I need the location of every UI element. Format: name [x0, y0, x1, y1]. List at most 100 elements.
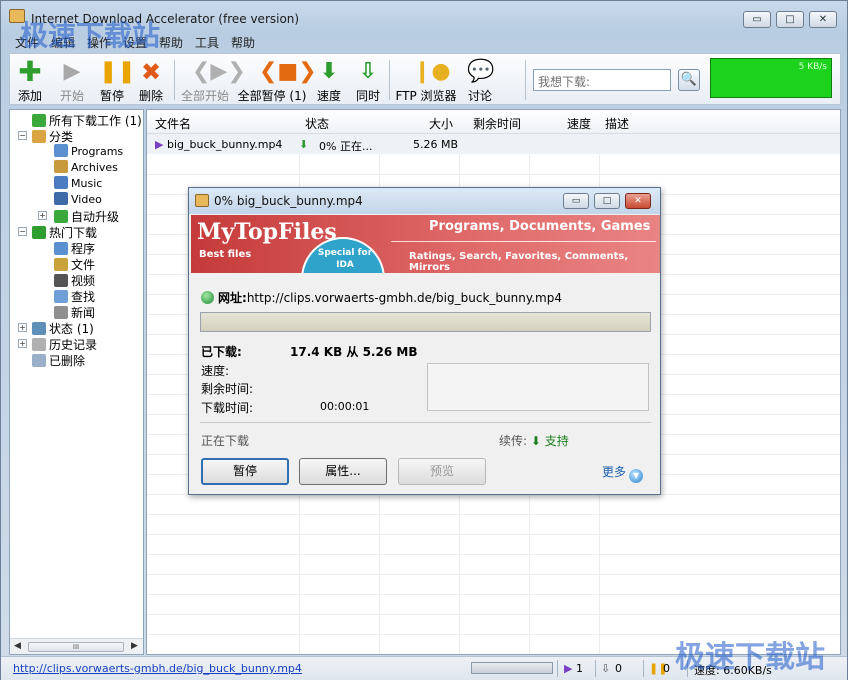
toolbar-separator	[389, 60, 390, 100]
download-url: 网址:http://clips.vorwaerts-gmbh.de/big_bu…	[201, 289, 562, 306]
tree-item-music[interactable]: Music	[54, 176, 102, 192]
tree-item-status[interactable]: 状态 (1)	[32, 320, 94, 336]
banner-headline: Programs, Documents, Games	[429, 219, 651, 234]
pause-all-icon: ❮■❯	[259, 59, 317, 84]
status-divider	[557, 660, 558, 677]
row-size: 5.26 MB	[413, 138, 459, 151]
app-icon	[195, 194, 209, 207]
menu-help-1[interactable]: 帮助	[159, 34, 183, 51]
tree-item-video[interactable]: Video	[54, 192, 102, 208]
search-input[interactable]: 我想下载:	[533, 69, 671, 91]
folder-icon	[32, 130, 46, 143]
column-filename[interactable]: 文件名	[155, 115, 191, 132]
tree-item-videos[interactable]: 视频	[54, 272, 95, 288]
pause-button[interactable]: ❚❚ 暂停	[94, 56, 136, 104]
news-icon	[54, 306, 68, 319]
dialog-close-button[interactable]: ✕	[625, 193, 651, 209]
speed-button[interactable]: ⬇ 速度	[313, 56, 345, 104]
column-description[interactable]: 描述	[605, 115, 629, 132]
close-button[interactable]: ✕	[809, 11, 837, 28]
ad-banner[interactable]: MyTopFiles Best files Special for IDA Pr…	[191, 215, 660, 273]
history-icon	[32, 338, 46, 351]
url-value[interactable]: http://clips.vorwaerts-gmbh.de/big_buck_…	[247, 291, 562, 305]
tree-item-all-downloads[interactable]: 所有下载工作 (1)	[32, 112, 142, 128]
music-icon	[54, 176, 68, 189]
status-divider	[643, 660, 644, 677]
download-progress-dialog: 0% big_buck_bunny.mp4 ▭ □ ✕ MyTopFiles B…	[188, 187, 661, 495]
pause-all-button[interactable]: ❮■❯ 全部暂停 (1)	[236, 56, 317, 104]
dialog-divider	[200, 422, 651, 423]
banner-brand: MyTopFiles	[197, 219, 337, 245]
tree-item-auto-update[interactable]: 自动升级	[54, 208, 119, 224]
film-icon	[54, 274, 68, 287]
preview-button[interactable]: 预览	[398, 458, 486, 485]
add-button[interactable]: ✚ 添加	[12, 56, 48, 104]
remaining-label: 剩余时间:	[201, 382, 254, 396]
status-icon	[32, 322, 46, 335]
tree-horizontal-scrollbar[interactable]: ◀ III ▶	[10, 638, 143, 654]
expand-toggle[interactable]: +	[38, 211, 47, 220]
resume-label: 续传:	[499, 434, 528, 448]
tree-item-programs[interactable]: Programs	[54, 144, 123, 160]
list-header: 文件名 状态 大小 剩余时间 速度 描述	[147, 110, 840, 134]
file-icon	[54, 258, 68, 271]
simultaneous-icon: ⇩	[358, 59, 378, 84]
watermark-logo: 极速下载站	[675, 640, 825, 675]
downloaded-label: 已下载:	[201, 345, 242, 359]
row-divider	[147, 534, 840, 535]
expand-toggle[interactable]: +	[18, 339, 27, 348]
column-remaining[interactable]: 剩余时间	[473, 115, 521, 132]
tree-item-news[interactable]: 新闻	[54, 304, 95, 320]
tree-item-files[interactable]: 文件	[54, 256, 95, 272]
paused-count: 0	[663, 662, 670, 675]
tree-item-history[interactable]: 历史记录	[32, 336, 97, 352]
more-button[interactable]: 更多 ▼	[602, 463, 644, 483]
collapse-toggle[interactable]: −	[18, 227, 27, 236]
discuss-button[interactable]: 💬 讨论	[464, 56, 496, 104]
start-all-button[interactable]: ❮▶❯ 全部开始	[177, 56, 246, 104]
scroll-left-icon[interactable]: ◀	[14, 641, 21, 651]
category-tree: 所有下载工作 (1) − 分类 Programs Archives Music …	[9, 109, 144, 655]
dialog-maximize-button[interactable]: □	[594, 193, 620, 209]
speed-label: 速度:	[201, 364, 230, 378]
expand-toggle[interactable]: +	[18, 323, 27, 332]
add-plus-icon: ✚	[18, 55, 42, 88]
row-divider	[147, 574, 840, 575]
search-button[interactable]: 🔍	[678, 69, 700, 91]
active-icon: ▶	[564, 662, 573, 675]
menu-help[interactable]: 帮助	[231, 34, 255, 51]
toolbar-separator	[174, 60, 175, 100]
start-button[interactable]: ▶ 开始	[54, 56, 90, 104]
resume-value: 支持	[544, 434, 569, 448]
table-row[interactable]: ▶ big_buck_bunny.mp4 ⬇ 0% 正在... 5.26 MB	[147, 134, 840, 154]
status-url-link[interactable]: http://clips.vorwaerts-gmbh.de/big_buck_…	[13, 662, 302, 675]
row-divider	[147, 594, 840, 595]
minimize-button[interactable]: ▭	[743, 11, 771, 28]
tree-item-archives[interactable]: Archives	[54, 160, 118, 176]
column-speed[interactable]: 速度	[567, 115, 591, 132]
tree-item-categories[interactable]: 分类	[32, 128, 73, 144]
banner-tagline: Best files	[199, 249, 252, 260]
row-divider	[147, 514, 840, 515]
collapse-toggle[interactable]: −	[18, 131, 27, 140]
simultaneous-button[interactable]: ⇩ 同时	[352, 56, 384, 104]
tree-item-deleted[interactable]: 已删除	[32, 352, 85, 368]
ftp-browser-button[interactable]: ❙● FTP 浏览器	[394, 56, 458, 104]
play-status-icon: ▶	[155, 138, 164, 151]
maximize-button[interactable]: □	[776, 11, 804, 28]
properties-button[interactable]: 属性...	[299, 458, 387, 485]
row-divider	[147, 614, 840, 615]
queued-count: 0	[615, 662, 622, 675]
dialog-pause-button[interactable]: 暂停	[201, 458, 289, 485]
tree-item-hot-downloads[interactable]: 热门下载	[32, 224, 97, 240]
column-size[interactable]: 大小	[429, 115, 453, 132]
dialog-minimize-button[interactable]: ▭	[563, 193, 589, 209]
scroll-thumb[interactable]: III	[28, 642, 124, 652]
delete-button[interactable]: ✖ 删除	[133, 56, 169, 104]
tree-item-programs-cn[interactable]: 程序	[54, 240, 95, 256]
scroll-right-icon[interactable]: ▶	[131, 641, 138, 651]
menu-tools[interactable]: 工具	[195, 34, 219, 51]
column-status[interactable]: 状态	[305, 115, 329, 132]
download-progress-bar	[200, 312, 651, 332]
tree-item-search[interactable]: 查找	[54, 288, 95, 304]
